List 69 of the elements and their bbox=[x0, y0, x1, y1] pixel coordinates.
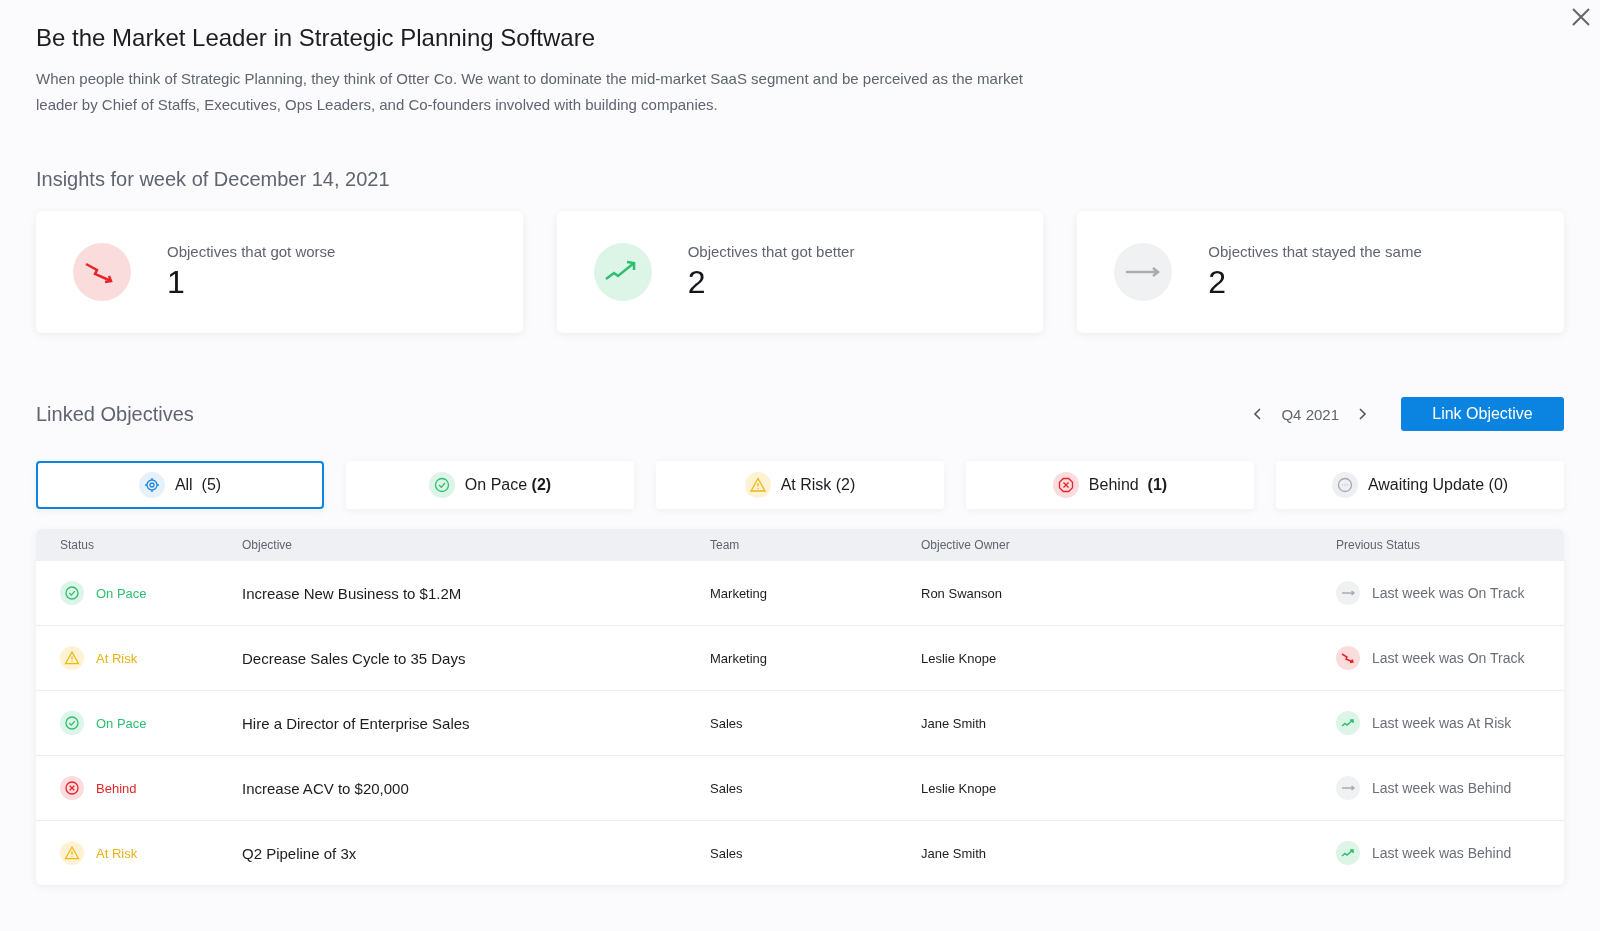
column-header: Previous Status bbox=[1336, 538, 1422, 552]
x-circle-icon bbox=[60, 776, 84, 800]
arrow-right-icon bbox=[1114, 243, 1173, 301]
objective-cell-text: Q2 Pipeline of 3x bbox=[242, 844, 358, 862]
owner-cell-text: Ron Swanson bbox=[921, 585, 1003, 601]
warning-icon bbox=[744, 472, 771, 498]
target-icon bbox=[138, 472, 165, 498]
team-cell-text: Sales bbox=[710, 780, 744, 796]
insight-count: 2 bbox=[1208, 264, 1228, 301]
filter-tab[interactable]: Behind (1) bbox=[966, 461, 1254, 509]
close-button[interactable] bbox=[1570, 6, 1592, 28]
status-label: At Risk bbox=[96, 650, 138, 666]
arrow-right-icon bbox=[1336, 776, 1360, 800]
previous-status-text: Last week was Behind bbox=[1372, 780, 1512, 796]
linked-objectives-heading: Linked Objectives bbox=[36, 402, 194, 426]
status-label: On Pace bbox=[96, 715, 147, 731]
status-label: On Pace bbox=[96, 585, 147, 601]
insight-label: Objectives that got worse bbox=[167, 243, 336, 260]
owner-cell-text: Jane Smith bbox=[921, 845, 988, 861]
check-circle-icon bbox=[60, 711, 84, 735]
x-circle-icon bbox=[1052, 472, 1079, 498]
trend-up-icon bbox=[1336, 841, 1360, 865]
owner-cell-text: Leslie Knope bbox=[921, 780, 998, 796]
trend-up-icon bbox=[593, 243, 652, 301]
trend-down-icon bbox=[1336, 646, 1360, 670]
warning-icon bbox=[60, 841, 84, 865]
objective-cell-text: Increase New Business to $1.2M bbox=[242, 584, 463, 602]
filter-tab[interactable]: On Pace (2) bbox=[346, 461, 634, 509]
filter-tab[interactable]: Awaiting Update (0) bbox=[1276, 461, 1564, 509]
owner-cell-text: Jane Smith bbox=[921, 715, 988, 731]
team-cell-text: Marketing bbox=[710, 650, 769, 666]
previous-status-text: Last week was On Track bbox=[1372, 585, 1525, 601]
warning-icon bbox=[60, 646, 84, 670]
previous-status-text: Last week was Behind bbox=[1372, 845, 1512, 861]
insight-label: Objectives that got better bbox=[687, 243, 855, 260]
filter-tab[interactable]: All (5) bbox=[36, 461, 324, 509]
trend-up-icon bbox=[1336, 711, 1360, 735]
previous-status-text: Last week was At Risk bbox=[1372, 715, 1512, 731]
insight-count: 1 bbox=[167, 264, 186, 301]
check-circle-icon bbox=[428, 472, 455, 498]
team-cell-text: Sales bbox=[710, 715, 744, 731]
close-icon bbox=[1570, 6, 1592, 28]
status-label: Behind bbox=[96, 780, 137, 796]
owner-cell-text: Leslie Knope bbox=[921, 650, 998, 666]
link-objective-button[interactable]: Link Objective bbox=[1401, 397, 1564, 431]
objective-cell-text: Hire a Director of Enterprise Sales bbox=[242, 714, 471, 732]
column-header: Objective Owner bbox=[921, 538, 1011, 552]
team-cell-text: Sales bbox=[710, 845, 744, 861]
objective-cell-text: Decrease Sales Cycle to 35 Days bbox=[242, 649, 467, 667]
column-header: Team bbox=[710, 538, 741, 552]
trend-down-icon bbox=[73, 243, 131, 301]
objective-description: When people think of Strategic Planning, they think of Otter Co. We want to dominate the mid-market SaaS segment and be perceived as the market leader by Chief of Staffs, Executives, Ops Leaders, and Co-founders involved with building companies. bbox=[36, 69, 1024, 115]
insight-label: Objectives that stayed the same bbox=[1208, 243, 1422, 260]
insights-heading: Insights for week of December 14, 2021 bbox=[36, 168, 391, 191]
check-circle-icon bbox=[60, 581, 84, 605]
column-header: Status bbox=[60, 538, 96, 552]
team-cell-text: Marketing bbox=[710, 585, 769, 601]
status-label: At Risk bbox=[96, 845, 138, 861]
chevron-left-icon bbox=[1253, 407, 1264, 421]
insight-count: 2 bbox=[687, 264, 707, 301]
arrow-right-icon bbox=[1336, 581, 1360, 605]
page-title: Be the Market Leader in Strategic Planning Software bbox=[36, 24, 596, 52]
objective-cell-text: Increase ACV to $20,000 bbox=[242, 779, 410, 797]
chevron-right-icon bbox=[1357, 407, 1367, 421]
ellipsis-circle-icon bbox=[1331, 472, 1358, 498]
filter-tab[interactable]: At Risk (2) bbox=[656, 461, 944, 509]
column-header: Objective bbox=[242, 538, 294, 552]
previous-status-text: Last week was On Track bbox=[1372, 650, 1525, 666]
period-label: Q4 2021 bbox=[1281, 405, 1339, 423]
